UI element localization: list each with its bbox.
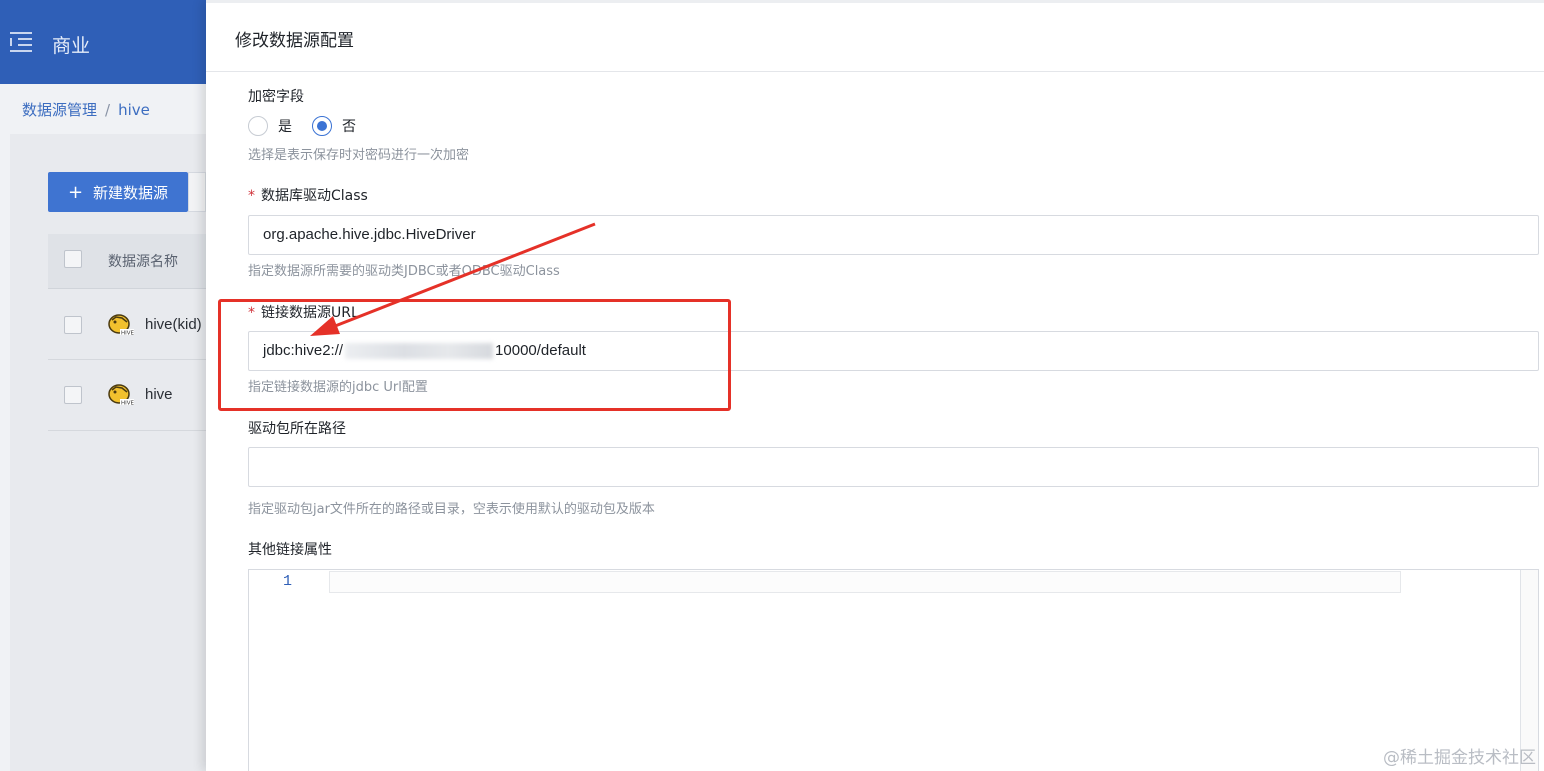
url-input[interactable]: jdbc:hive2:// 10000/default	[248, 331, 1539, 371]
row-datasource-name: hive(kid)	[145, 316, 202, 333]
hive-logo-icon: HIVE	[108, 384, 135, 407]
svg-text:HIVE: HIVE	[121, 401, 135, 407]
required-mark: *	[248, 188, 255, 204]
secondary-button-edge[interactable]	[188, 172, 206, 212]
app-name: 商业	[52, 35, 91, 57]
content-panel	[10, 134, 206, 771]
required-mark: *	[248, 305, 255, 321]
row-datasource-name: hive	[145, 386, 173, 403]
driver-class-input[interactable]: org.apache.hive.jdbc.HiveDriver	[248, 215, 1539, 255]
other-props-label: 其他链接属性	[248, 542, 332, 558]
radio-label-no: 否	[342, 119, 356, 135]
url-value-suffix: 10000/default	[495, 342, 586, 359]
menu-fold-icon[interactable]	[10, 30, 34, 52]
encrypt-field-label: 加密字段	[248, 89, 304, 105]
editor-gutter: 1	[249, 570, 329, 771]
edit-datasource-drawer: 修改数据源配置 加密字段 是 否 选择是表示保存时对密码进行一次加密 * 数据库驱…	[206, 0, 1544, 771]
driver-path-textarea[interactable]	[248, 447, 1539, 487]
breadcrumb: 数据源管理 / hive	[22, 99, 150, 120]
line-number: 1	[283, 573, 293, 590]
url-label-text: 链接数据源URL	[261, 305, 359, 321]
radio-unchecked-icon[interactable]	[248, 116, 268, 136]
new-datasource-button[interactable]: + 新建数据源	[48, 172, 188, 212]
driver-class-label: * 数据库驱动Class	[248, 185, 368, 205]
breadcrumb-current: hive	[118, 101, 150, 119]
driver-class-hint: 指定数据源所需要的驱动类JDBC或者ODBC驱动Class	[248, 264, 560, 279]
encrypt-radio-group: 是 否	[248, 116, 376, 136]
hive-logo-icon: HIVE	[108, 314, 135, 337]
redacted-host-mask	[345, 343, 494, 360]
app-header: 商业	[0, 0, 206, 84]
table-row[interactable]: HIVE hive	[48, 361, 206, 431]
driver-path-hint: 指定驱动包jar文件所在的路径或目录，空表示使用默认的驱动包及版本	[248, 502, 655, 517]
url-label: * 链接数据源URL	[248, 302, 359, 322]
encrypt-field-hint: 选择是表示保存时对密码进行一次加密	[248, 148, 470, 163]
editor-scrollbar[interactable]	[1520, 570, 1538, 771]
plus-icon: +	[67, 181, 84, 203]
row-checkbox[interactable]	[64, 316, 82, 334]
driver-class-label-text: 数据库驱动Class	[261, 188, 368, 204]
drawer-title: 修改数据源配置	[235, 31, 354, 51]
radio-label-yes: 是	[278, 119, 292, 135]
driver-path-label: 驱动包所在路径	[248, 421, 346, 437]
breadcrumb-separator: /	[105, 101, 111, 119]
url-value-prefix: jdbc:hive2://	[263, 342, 344, 359]
new-datasource-label: 新建数据源	[93, 183, 169, 202]
drawer-top-divider	[206, 0, 1544, 3]
svg-text:HIVE: HIVE	[121, 331, 135, 337]
watermark: @稀土掘金技术社区	[1383, 748, 1536, 768]
breadcrumb-root[interactable]: 数据源管理	[22, 101, 97, 119]
table-row[interactable]: HIVE hive(kid)	[48, 290, 206, 360]
url-hint: 指定链接数据源的jdbc Url配置	[248, 380, 428, 395]
drawer-header: 修改数据源配置	[206, 0, 1544, 72]
column-datasource-name: 数据源名称	[108, 254, 178, 270]
encrypt-radio-no[interactable]: 否	[312, 116, 356, 136]
radio-checked-icon[interactable]	[312, 116, 332, 136]
table-header: 数据源名称	[48, 234, 206, 289]
row-checkbox[interactable]	[64, 386, 82, 404]
editor-active-line[interactable]	[329, 571, 1401, 593]
encrypt-radio-yes[interactable]: 是	[248, 116, 292, 136]
select-all-checkbox[interactable]	[64, 250, 82, 268]
other-props-code-editor[interactable]: 1	[248, 569, 1539, 771]
